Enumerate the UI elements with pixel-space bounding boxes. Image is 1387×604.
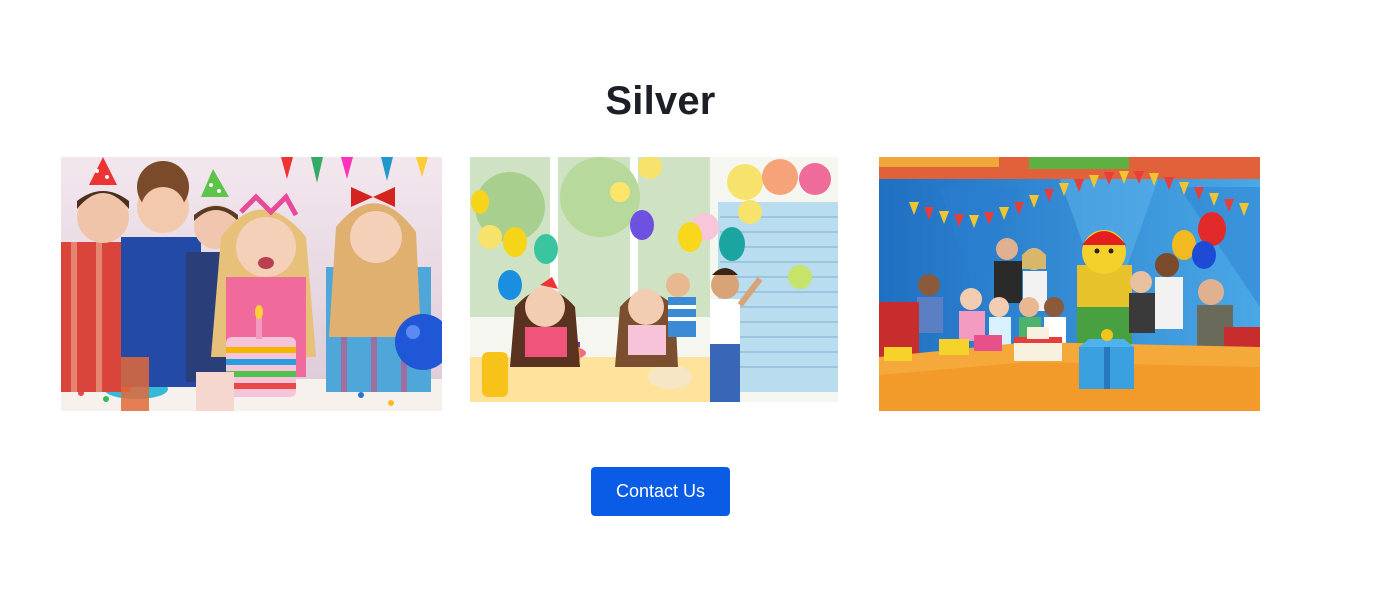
gallery-image-lego-party <box>879 157 1260 411</box>
gallery-image-kids-cake <box>61 157 442 411</box>
section-title: Silver <box>605 78 716 123</box>
contact-us-button[interactable]: Contact Us <box>591 467 730 516</box>
pricing-section: Silver Contact Us <box>0 0 1387 604</box>
gallery-image-party-table <box>470 157 838 402</box>
